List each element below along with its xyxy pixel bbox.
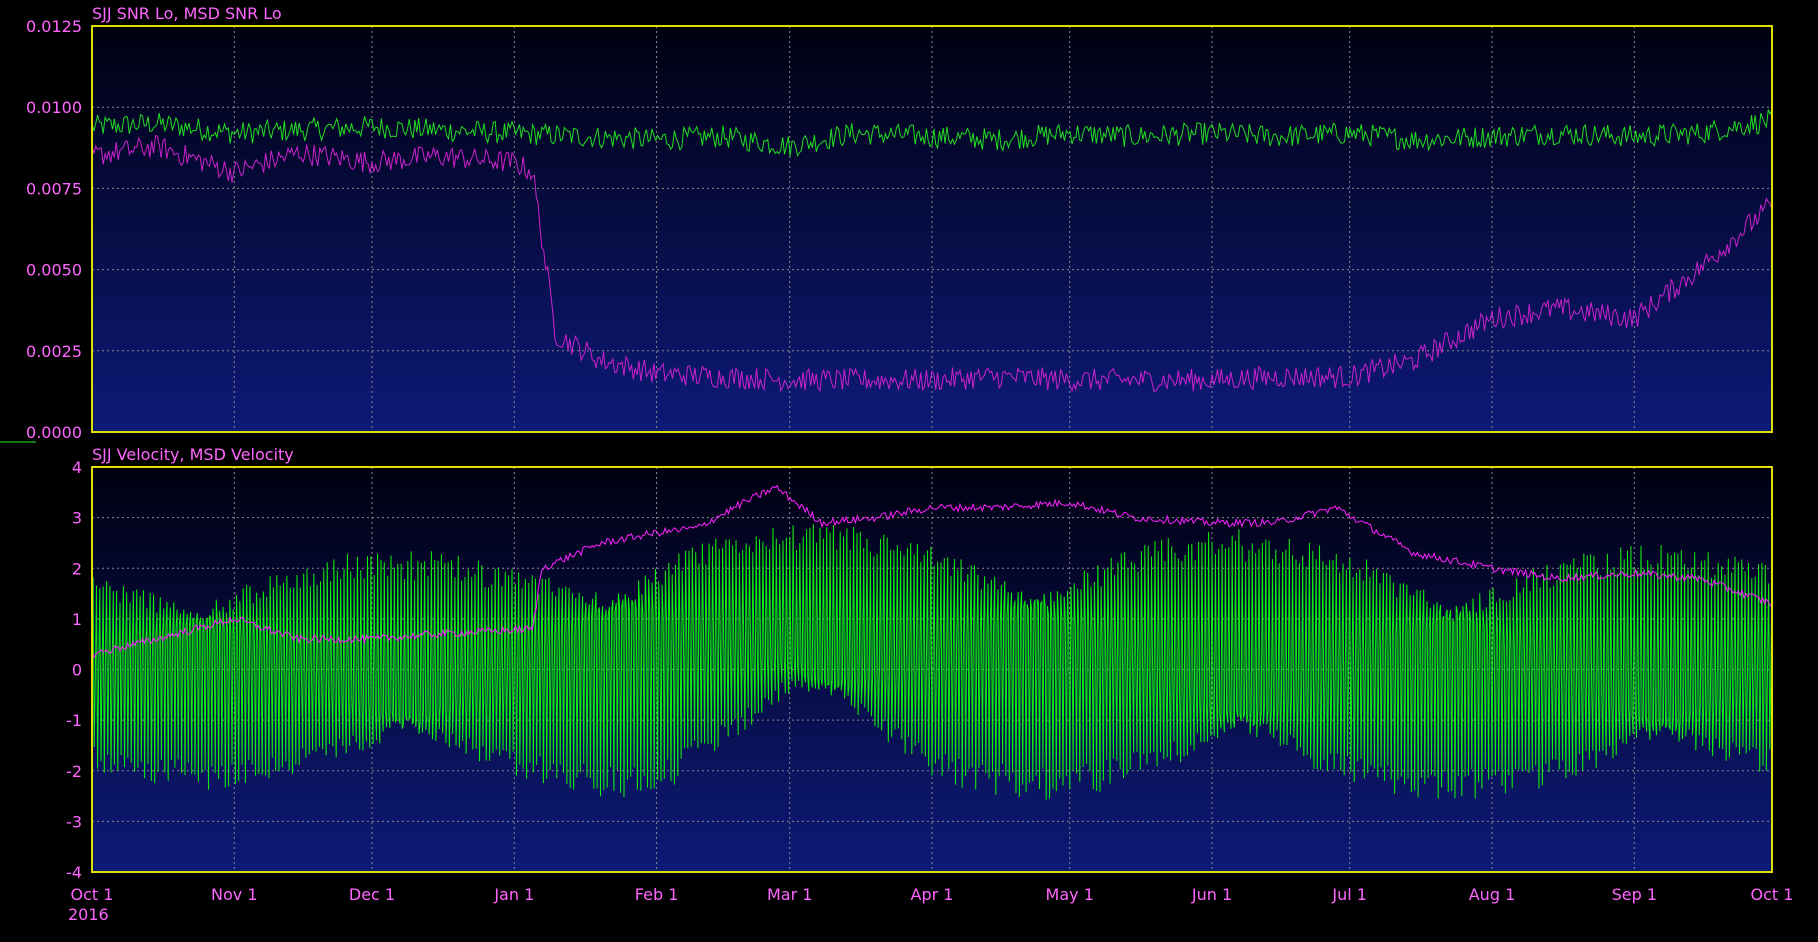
x-tick-label: Sep 1 <box>1612 885 1657 904</box>
y-tick-label: -3 <box>66 812 82 831</box>
y-tick-label: 0.0000 <box>26 423 82 442</box>
y-tick-label: -1 <box>66 711 82 730</box>
x-tick-label: Oct 1 <box>1751 885 1794 904</box>
y-tick-label: 0.0125 <box>26 17 82 36</box>
x-tick-label: Jan 1 <box>493 885 534 904</box>
x-tick-label: Dec 1 <box>349 885 395 904</box>
y-tick-label: -2 <box>66 762 82 781</box>
panel2-title: SJJ Velocity, MSD Velocity <box>92 445 294 464</box>
y-tick-label: 0.0100 <box>26 98 82 117</box>
panel1-title: SJJ SNR Lo, MSD SNR Lo <box>92 4 282 23</box>
x-tick-label: Jul 1 <box>1331 885 1367 904</box>
y-tick-label: 2 <box>72 559 82 578</box>
x-tick-label: Feb 1 <box>635 885 679 904</box>
y-tick-label: -4 <box>66 863 82 882</box>
x-tick-label: Mar 1 <box>767 885 812 904</box>
x-tick-label: May 1 <box>1046 885 1094 904</box>
chart-svg: SJJ SNR Lo, MSD SNR Lo SJJ Velocity, MSD… <box>0 4 1794 924</box>
y-tick-label: 0.0075 <box>26 179 82 198</box>
y-tick-label: 3 <box>72 509 82 528</box>
x-tick-label: Aug 1 <box>1469 885 1516 904</box>
y-tick-label: 0.0050 <box>26 261 82 280</box>
y-tick-label: 0 <box>72 661 82 680</box>
x-tick-label: Jun 1 <box>1191 885 1232 904</box>
y-tick-label: 4 <box>72 458 82 477</box>
y-tick-label: 0.0025 <box>26 342 82 361</box>
x-tick-label: Apr 1 <box>911 885 954 904</box>
year-label: 2016 <box>68 905 109 924</box>
left-edge-marker <box>0 441 36 443</box>
x-tick-label: Nov 1 <box>211 885 258 904</box>
y-tick-label: 1 <box>72 610 82 629</box>
x-tick-label: Oct 1 <box>71 885 114 904</box>
